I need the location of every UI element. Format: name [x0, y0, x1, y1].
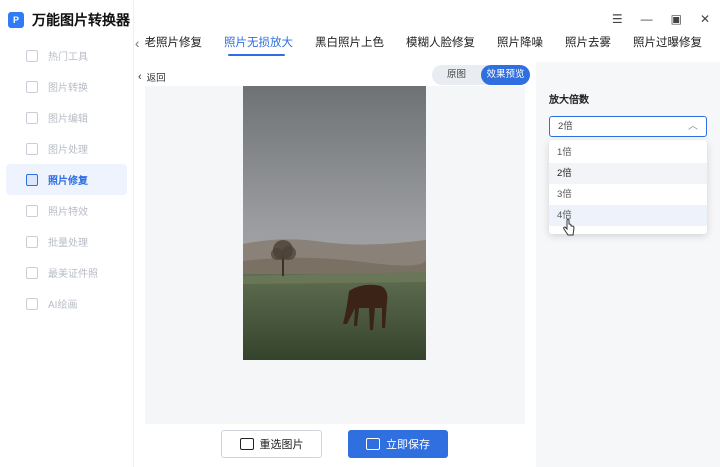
edit-icon	[26, 111, 38, 124]
repair-icon	[26, 173, 38, 186]
sidebar-item-image-convert[interactable]: 图片转换	[6, 71, 127, 102]
sidebar-item-label: 照片修复	[48, 176, 88, 187]
effects-icon	[26, 204, 38, 217]
sidebar-item-image-edit[interactable]: 图片编辑	[6, 102, 127, 133]
sidebar-item-hot-tools[interactable]: 热门工具	[6, 40, 127, 71]
save-now-button[interactable]: 立即保存	[348, 430, 448, 458]
back-label: 返回	[146, 73, 166, 84]
sidebar-item-ai-paint[interactable]: AI绘画	[6, 288, 127, 319]
option-3x[interactable]: 3倍	[549, 184, 707, 205]
convert-icon	[26, 80, 38, 93]
sidebar-item-label: 图片处理	[48, 145, 88, 156]
chevron-up-icon: ︿	[688, 121, 698, 132]
top-bar: ☰ — ▣ ✕ ‹ 老照片修复 照片无损放大 黑白照片上色 模糊人脸修复 照片降…	[134, 0, 720, 62]
app-name: 万能图片转换器	[32, 12, 130, 28]
tab-denoise[interactable]: 照片降噪	[493, 36, 561, 62]
sidebar-item-label: 最美证件照	[48, 269, 98, 280]
app-logo-icon: P	[8, 12, 24, 28]
workspace: ‹ 返回 原图 效果预览 重选图片 立即保存	[134, 62, 536, 467]
sidebar-item-batch[interactable]: 批量处理	[6, 226, 127, 257]
scale-factor-title: 放大倍数	[549, 95, 589, 106]
tab-dehaze[interactable]: 照片去雾	[561, 36, 629, 62]
id-photo-icon	[26, 266, 38, 279]
hand-cursor-icon	[563, 219, 575, 236]
tab-colorize[interactable]: 黑白照片上色	[311, 36, 402, 62]
scale-factor-select[interactable]: 2倍 ︿	[549, 116, 707, 137]
sidebar-item-label: 热门工具	[48, 52, 88, 63]
settings-panel: 放大倍数 2倍 ︿ 1倍 2倍 3倍 4倍	[536, 62, 720, 467]
option-2x[interactable]: 2倍	[549, 163, 707, 184]
batch-icon	[26, 235, 38, 248]
tool-tabs: ‹ 老照片修复 照片无损放大 黑白照片上色 模糊人脸修复 照片降噪 照片去雾 照…	[134, 36, 720, 62]
reselect-label: 重选图片	[259, 439, 304, 451]
app-title: P 万能图片转换器	[8, 10, 130, 30]
minimize-icon[interactable]: —	[641, 12, 653, 26]
horse-landscape-photo	[243, 86, 426, 360]
close-icon[interactable]: ✕	[700, 12, 710, 26]
sidebar-item-image-process[interactable]: 图片处理	[6, 133, 127, 164]
back-link[interactable]: ‹ 返回	[138, 70, 166, 84]
sidebar-item-photo-effects[interactable]: 照片特效	[6, 195, 127, 226]
sidebar-item-photo-repair[interactable]: 照片修复	[6, 164, 127, 195]
tab-face-restore[interactable]: 模糊人脸修复	[402, 36, 493, 62]
process-icon	[26, 142, 38, 155]
sidebar: P 万能图片转换器 热门工具 图片转换 图片编辑 图片处理 照片修复 照片特效 …	[0, 0, 134, 467]
reselect-image-button[interactable]: 重选图片	[221, 430, 322, 458]
menu-icon[interactable]: ☰	[612, 12, 623, 26]
download-icon	[366, 438, 380, 450]
sidebar-item-label: 批量处理	[48, 238, 88, 249]
sidebar-item-label: 图片转换	[48, 83, 88, 94]
sidebar-item-label: AI绘画	[48, 300, 78, 311]
fire-icon	[26, 49, 38, 62]
ai-paint-icon	[26, 297, 38, 310]
chevron-left-icon: ‹	[138, 71, 142, 83]
image-preview-area	[145, 86, 525, 424]
tab-old-photo-repair[interactable]: 老照片修复	[141, 36, 221, 62]
view-toggle: 原图 效果预览	[432, 65, 530, 85]
save-label: 立即保存	[386, 439, 430, 451]
maximize-icon[interactable]: ▣	[671, 12, 682, 26]
tab-lossless-upscale[interactable]: 照片无损放大	[220, 36, 311, 62]
tab-overexposure-fix[interactable]: 照片过曝修复	[629, 36, 720, 62]
select-value: 2倍	[558, 121, 573, 132]
sidebar-nav: 热门工具 图片转换 图片编辑 图片处理 照片修复 照片特效 批量处理 最美证件照…	[6, 40, 127, 319]
sidebar-item-label: 照片特效	[48, 207, 88, 218]
image-icon	[239, 438, 254, 450]
toggle-preview[interactable]: 效果预览	[481, 65, 530, 85]
window-controls: ☰ — ▣ ✕	[612, 12, 710, 26]
sidebar-item-label: 图片编辑	[48, 114, 88, 125]
sidebar-item-id-photo[interactable]: 最美证件照	[6, 257, 127, 288]
photo-preview	[243, 86, 426, 360]
toggle-original[interactable]: 原图	[432, 65, 481, 85]
option-1x[interactable]: 1倍	[549, 142, 707, 163]
